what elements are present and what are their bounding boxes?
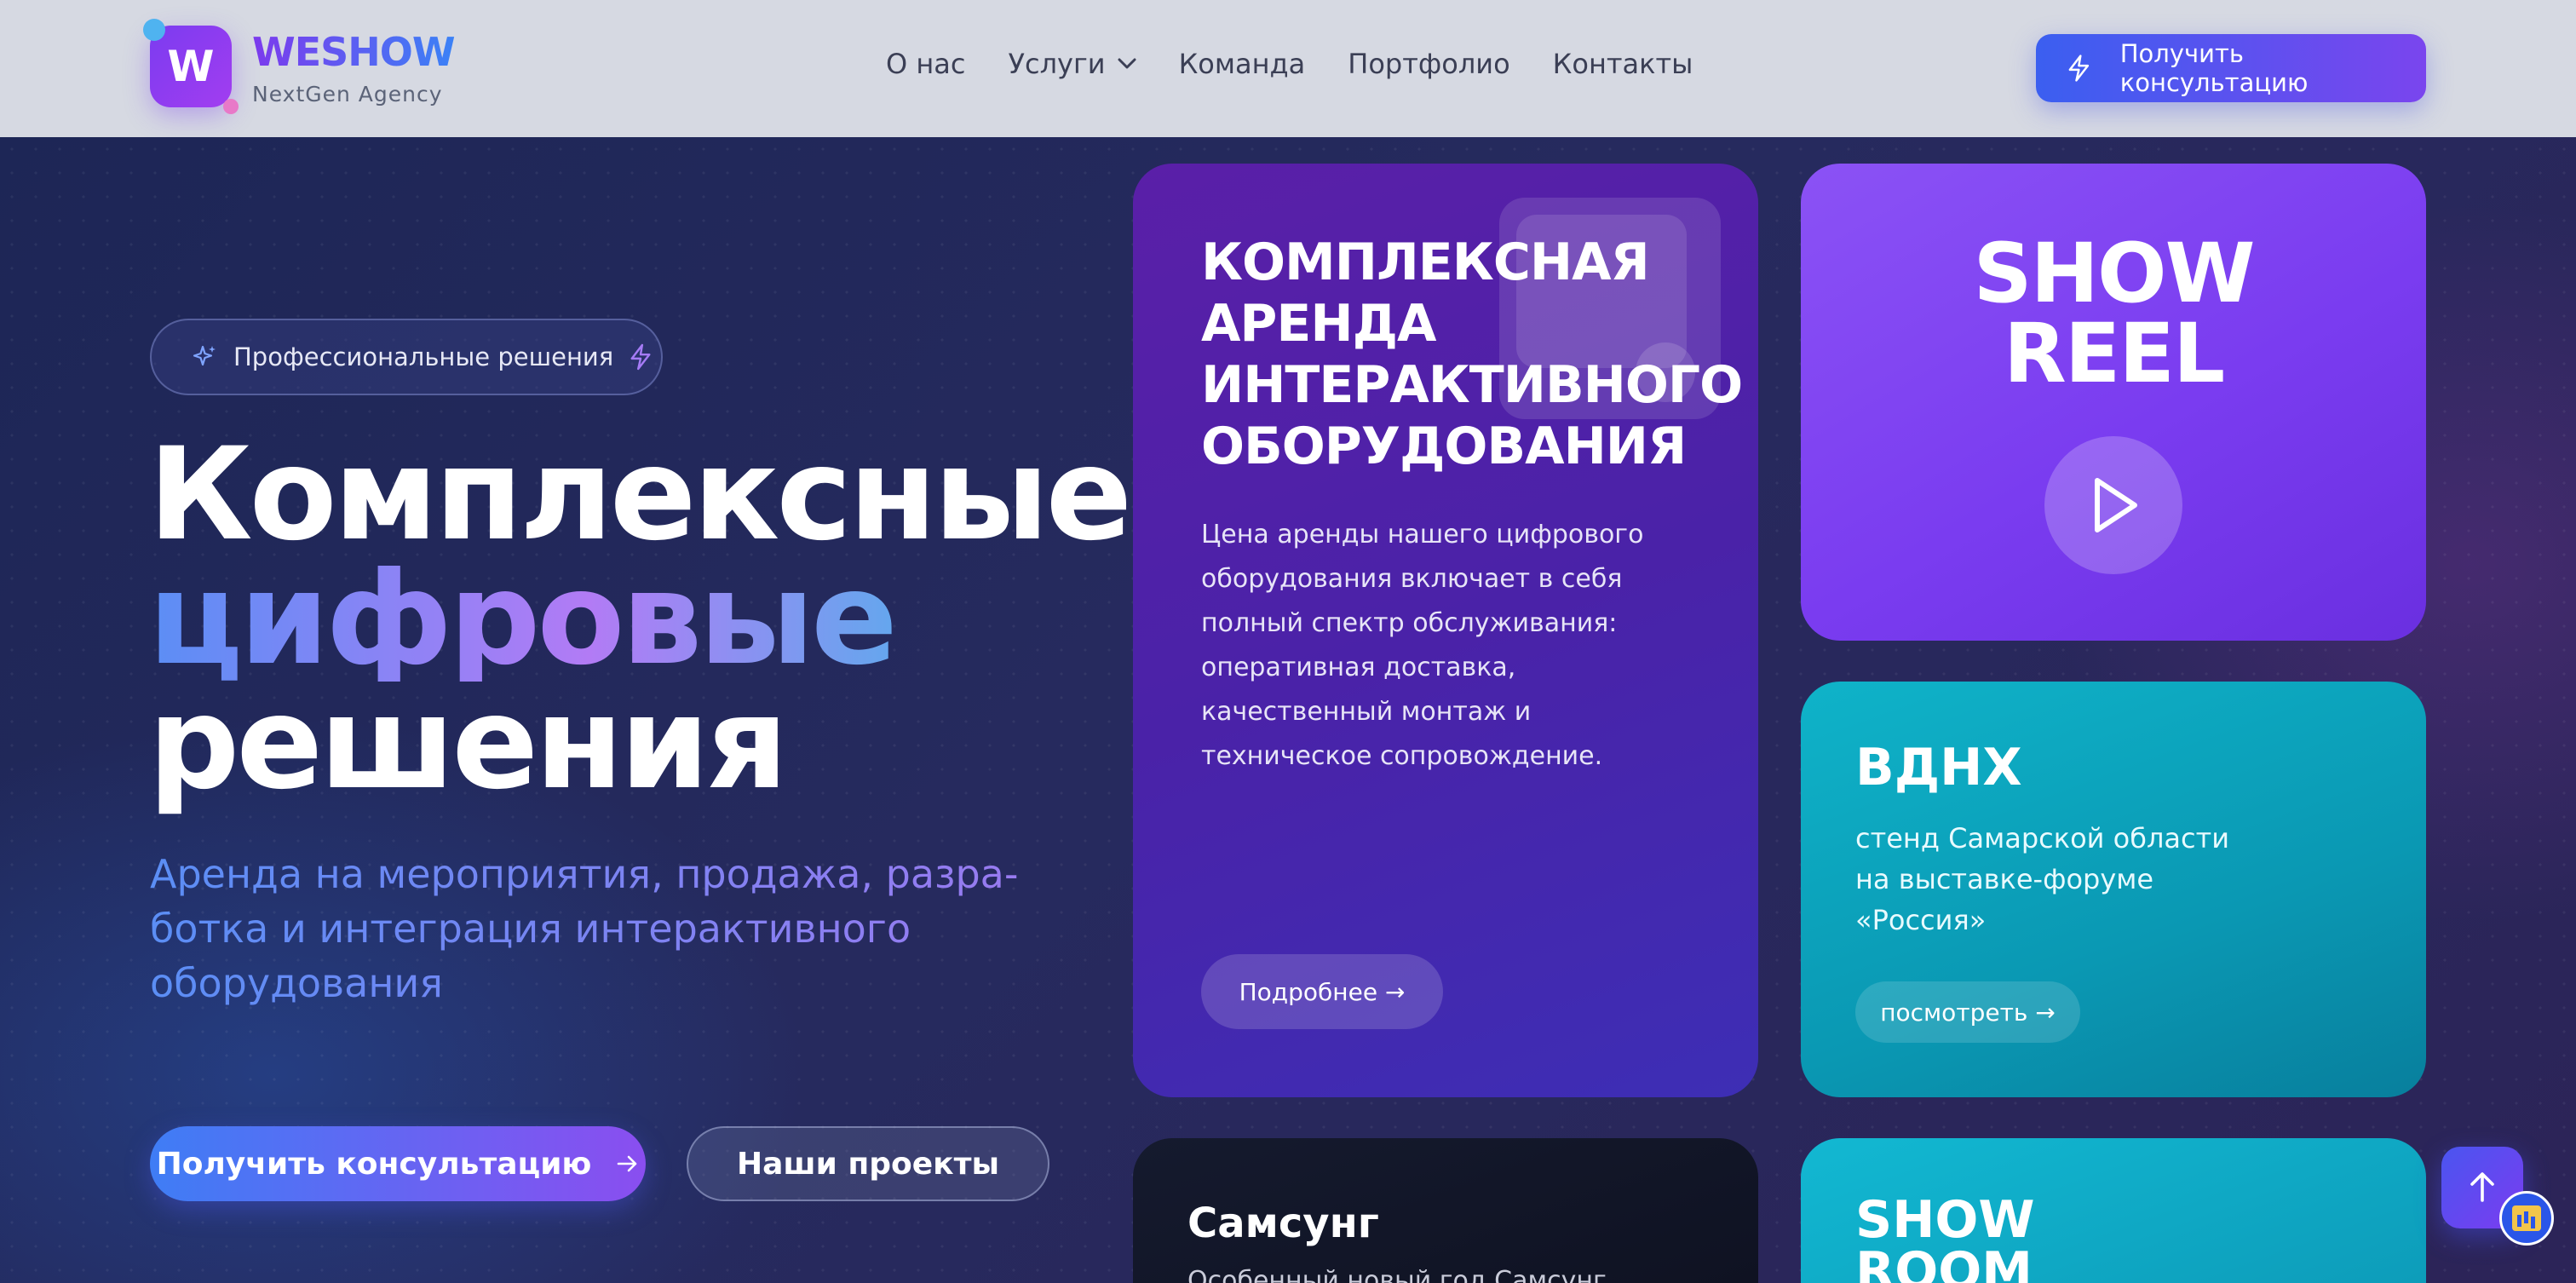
text-line: оборудования включает в себя	[1201, 564, 1623, 594]
title-line: ROOM	[1855, 1241, 2033, 1283]
nav-item-team[interactable]: Команда	[1179, 48, 1306, 80]
nav-label: Услуги	[1008, 48, 1106, 80]
text-line: полный спектр обслуживания:	[1201, 608, 1618, 638]
hero-subtitle-line: ботка и интеграция интерактивного	[150, 906, 911, 952]
play-button[interactable]	[2044, 436, 2182, 574]
nav-label: Контакты	[1552, 48, 1693, 80]
title-line: SHOW	[1973, 226, 2256, 321]
title-line: REEL	[2003, 306, 2225, 401]
hero-title-line: решения	[148, 670, 788, 818]
vdnh-title: ВДНХ	[1855, 738, 2022, 797]
hero-subtitle-line: Аренда на мероприятия, продажа, разра-	[150, 851, 1019, 897]
nav-item-contacts[interactable]: Контакты	[1553, 48, 1693, 80]
hero-title-highlight: цифровые	[148, 555, 1129, 683]
hero-subtitle: Аренда на мероприятия, продажа, разра- б…	[150, 847, 1044, 1010]
showreel-title: SHOW REEL	[1801, 233, 2426, 394]
vdnh-card[interactable]: ВДНХ стенд Самарской области на выставке…	[1801, 682, 2426, 1097]
text-line: Цена аренды нашего цифрового	[1201, 520, 1644, 549]
nav-item-portfolio[interactable]: Портфолио	[1348, 48, 1509, 80]
button-label: Наши проекты	[736, 1146, 1000, 1182]
sparkles-icon	[193, 345, 216, 366]
rental-card-text: Цена аренды нашего цифрового оборудовани…	[1201, 513, 1678, 779]
lightning-icon	[630, 343, 651, 371]
showroom-title: SHOW ROOM	[1855, 1194, 2111, 1283]
hero-subtitle-line: оборудования	[150, 960, 443, 1006]
nav-label: О нас	[886, 48, 966, 80]
text-line: стенд Самарской области	[1855, 822, 2230, 854]
brand-name: WESHOW	[252, 29, 456, 75]
chevron-down-icon	[1118, 58, 1136, 69]
showreel-card[interactable]: SHOW REEL	[1801, 164, 2426, 641]
hero-title: Комплексные цифровые решения	[148, 421, 1132, 818]
nav-label: Портфолио	[1348, 48, 1510, 80]
text-line: техническое сопровождение.	[1201, 741, 1603, 771]
samsung-title: Самсунг	[1187, 1200, 1379, 1247]
arrow-up-icon	[2470, 1172, 2494, 1202]
nav-item-about[interactable]: О нас	[886, 48, 965, 80]
logo-decor-dot	[143, 19, 165, 41]
hero-badge: Профессиональные решения	[150, 319, 663, 395]
title-line: АРЕНДА	[1201, 294, 1436, 354]
title-line: ОБОРУДОВАНИЯ	[1201, 417, 1687, 476]
title-line: КОМПЛЕКСНАЯ	[1201, 233, 1650, 292]
logo[interactable]: W WESHOW NextGen Agency	[143, 19, 457, 114]
showroom-card[interactable]: SHOW ROOM	[1801, 1138, 2426, 1283]
samsung-card[interactable]: Самсунг Особенный новый год Самсунг	[1133, 1138, 1758, 1283]
logo-mark: W	[150, 26, 232, 107]
brand-tagline: NextGen Agency	[252, 82, 443, 106]
title-line: ИНТЕРАКТИВНОГО	[1201, 355, 1743, 415]
hero-title-line: Комплексные	[148, 421, 1132, 569]
rental-card-title: КОМПЛЕКСНАЯ АРЕНДА ИНТЕРАКТИВНОГО ОБОРУД…	[1201, 232, 1746, 477]
button-label: Получить консультацию	[156, 1146, 592, 1182]
logo-decor-dot	[223, 99, 239, 114]
nav-item-services[interactable]: Услуги	[1008, 48, 1136, 80]
hero-badge-label: Профессиональные решения	[233, 342, 614, 371]
text-line: на выставке-форуме	[1855, 863, 2154, 895]
play-icon	[2095, 478, 2137, 532]
vdnh-text: стенд Самарской области на выставке-фору…	[1855, 818, 2264, 941]
stats-widget-icon[interactable]	[2499, 1191, 2554, 1246]
main-nav: О нас Услуги Команда Портфолио Контакты	[886, 48, 1693, 80]
site-header: W WESHOW NextGen Agency О нас Услуги Ком…	[0, 0, 2576, 137]
our-projects-button[interactable]: Наши проекты	[687, 1126, 1049, 1201]
text-line: оперативная доставка,	[1201, 653, 1516, 682]
text-line: «Россия»	[1855, 904, 1987, 936]
hero-consultation-button[interactable]: Получить консультацию	[150, 1126, 646, 1201]
samsung-text: Особенный новый год Самсунг	[1187, 1266, 1607, 1283]
cta-label: Получить консультацию	[2119, 39, 2309, 97]
more-details-button[interactable]: Подробнее →	[1201, 954, 1443, 1029]
header-consultation-button[interactable]: Получить консультацию	[2036, 34, 2426, 102]
title-line: SHOW	[1855, 1190, 2035, 1250]
text-line: качественный монтаж и	[1201, 697, 1532, 727]
arrow-right-icon	[618, 1155, 637, 1172]
lightning-icon	[2068, 55, 2090, 82]
logo-letter: W	[167, 42, 215, 91]
view-button[interactable]: посмотреть →	[1855, 981, 2080, 1043]
nav-label: Команда	[1178, 48, 1306, 80]
rental-card[interactable]: КОМПЛЕКСНАЯ АРЕНДА ИНТЕРАКТИВНОГО ОБОРУД…	[1133, 164, 1758, 1097]
